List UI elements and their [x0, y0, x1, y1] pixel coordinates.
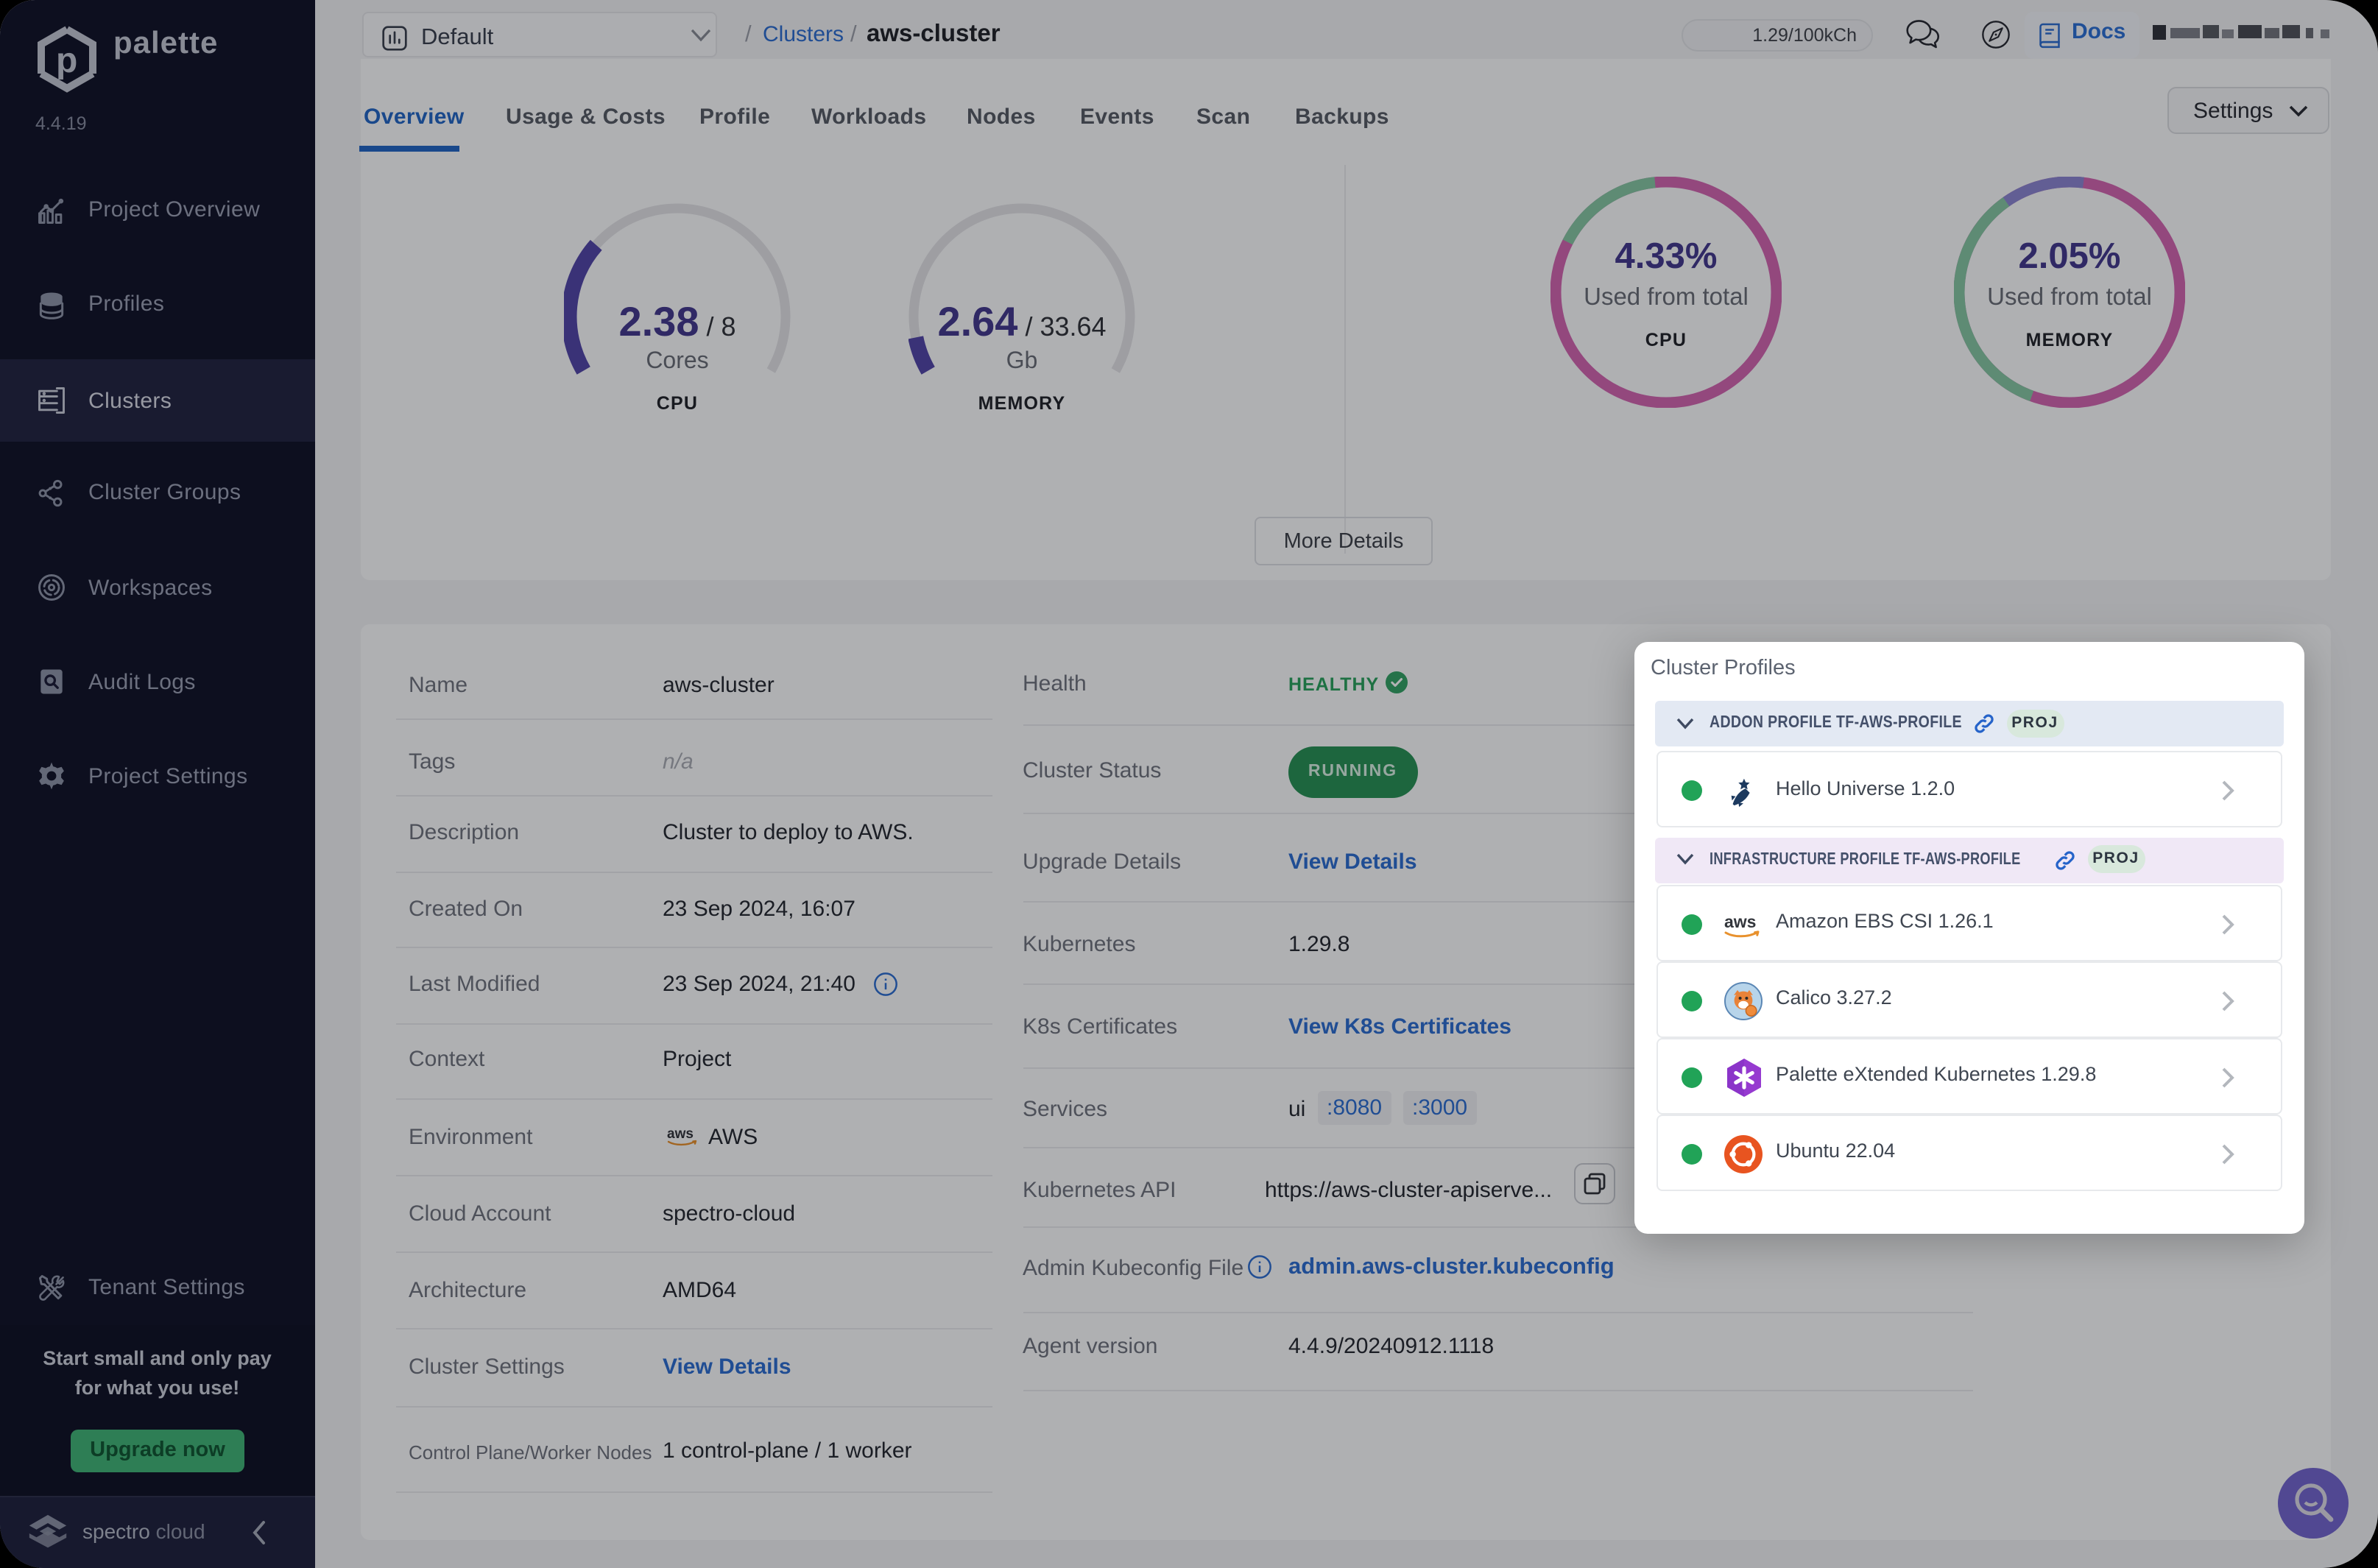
svg-text:aws: aws: [1724, 911, 1756, 930]
